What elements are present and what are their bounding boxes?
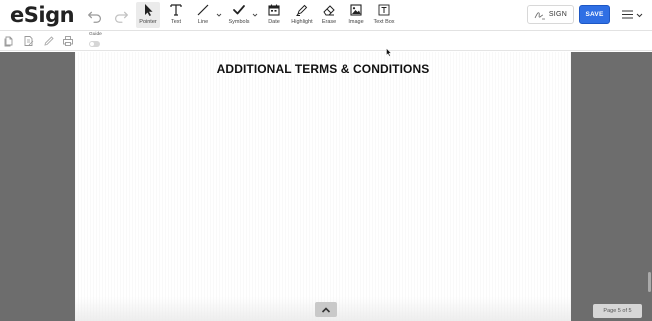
app-logo: eSign™ [10,0,79,27]
vertical-scrollbar[interactable] [648,272,651,292]
tool-label: Text Box [373,19,395,25]
line-icon [197,4,209,16]
tool-label: Date [268,19,280,25]
page-indicator: Page 5 of 5 [593,304,642,318]
pencil-icon[interactable] [43,35,55,47]
textbox-icon [378,4,390,16]
highlighter-icon [296,4,308,16]
save-button[interactable]: SAVE [579,5,610,24]
undo-icon[interactable] [86,6,104,24]
pointer-icon [145,4,153,16]
tool-date[interactable]: Date [264,2,284,28]
tool-symbols[interactable]: Symbols [226,2,252,28]
chevron-up-icon [321,306,331,313]
image-icon [350,4,362,16]
chevron-down-icon[interactable] [252,12,258,18]
tool-text[interactable]: Text [166,2,186,28]
documents-icon[interactable] [3,35,15,47]
document-heading: ADDITIONAL TERMS & CONDITIONS [216,62,430,76]
tool-erase[interactable]: Erase [319,2,339,28]
chevron-down-icon [636,13,642,17]
tool-label: Highlight [291,19,313,25]
tool-textbox[interactable]: Text Box [372,2,396,28]
tool-label: Pointer [139,19,157,25]
text-icon [170,4,182,16]
scroll-up-button[interactable] [315,302,337,317]
save-label: SAVE [585,11,604,18]
sign-label: SIGN [548,11,568,18]
signature-icon [534,11,545,19]
tool-label: Line [197,19,209,25]
tool-label: Symbols [228,19,250,25]
redo-icon[interactable] [112,6,130,24]
main-menu-button[interactable] [617,5,647,24]
tool-label: Text [170,19,182,25]
document-workspace: ADDITIONAL TERMS & CONDITIONS [0,52,652,321]
sign-button[interactable]: SIGN [527,5,574,24]
top-toolbar: eSign™ Pointer Text Line Symbols Date Hi… [0,0,652,31]
tool-label: Image [348,19,364,25]
hamburger-menu-icon [621,10,633,19]
tool-pointer[interactable]: Pointer [136,2,160,28]
mouse-cursor-icon [386,48,392,57]
eraser-icon [323,5,335,16]
chevron-down-icon[interactable] [216,12,222,18]
document-page[interactable]: ADDITIONAL TERMS & CONDITIONS [75,52,571,321]
page-indicator-label: Page 5 of 5 [603,308,632,314]
checkmark-icon [233,5,245,15]
tool-image[interactable]: Image [346,2,366,28]
tool-highlight[interactable]: Highlight [290,2,314,28]
tool-label: Erase [321,19,337,25]
printer-icon[interactable] [62,35,74,47]
document-edit-icon[interactable] [23,35,35,47]
tool-line[interactable]: Line [193,2,213,28]
calendar-icon [268,4,280,16]
guide-label: Guide [89,32,102,37]
secondary-toolbar: Guide [0,31,652,51]
guide-toggle[interactable] [89,41,100,47]
